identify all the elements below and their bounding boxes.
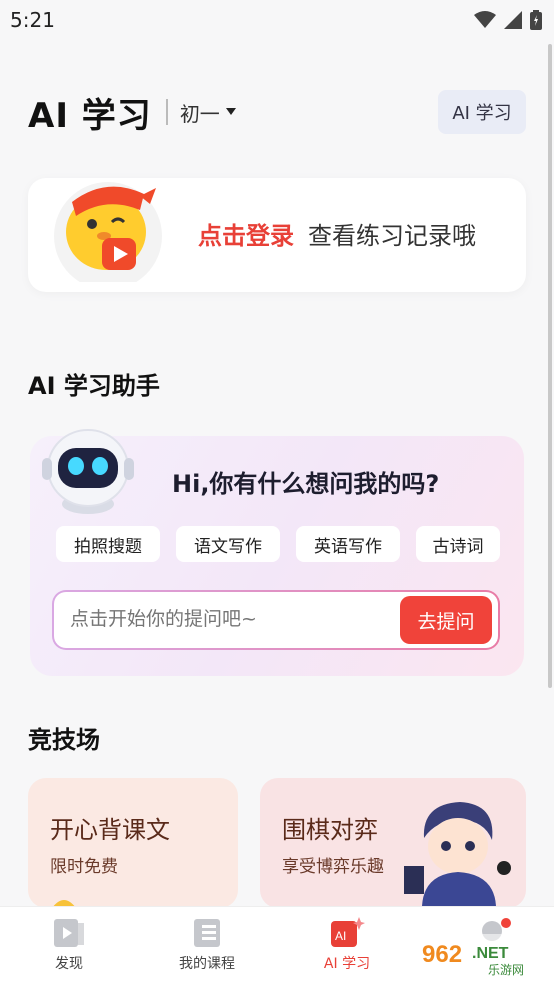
arena-card-title: 开心背课文 (50, 816, 170, 844)
ask-input[interactable] (70, 608, 370, 630)
courses-book-icon (194, 919, 220, 947)
tab-label: AI 学习 (323, 956, 371, 972)
site-watermark-logo: 962 .NET 乐游网 (416, 934, 548, 978)
ask-box: 去提问 (52, 590, 500, 650)
system-icons (474, 10, 542, 30)
grade-selector[interactable]: 初一 (180, 98, 236, 127)
tab-my-courses[interactable]: 我的课程 (152, 917, 262, 973)
svg-text:乐游网: 乐游网 (488, 963, 524, 977)
ask-button[interactable]: 去提问 (400, 596, 492, 644)
arena-card-subtitle: 限时免费 (50, 857, 118, 877)
tab-label: 发现 (55, 956, 83, 972)
caret-down-icon (225, 108, 236, 115)
wifi-icon (474, 11, 496, 28)
chick-mascot-icon (54, 182, 162, 282)
ai-assistant-card: Hi,你有什么想问我的吗? 拍照搜题 语文写作 英语写作 古诗词 去提问 (30, 429, 524, 676)
status-bar: 5:21 (0, 0, 554, 40)
page-header: AI 学习 初一 AI 学习 (28, 88, 526, 136)
header-divider (165, 99, 168, 125)
topic-chips: 拍照搜题 语文写作 英语写作 古诗词 (56, 526, 500, 562)
login-link[interactable]: 点击登录 (198, 222, 294, 250)
battery-icon (530, 10, 542, 30)
assistant-section-title: AI 学习助手 (28, 372, 160, 400)
signal-icon (504, 11, 522, 29)
page-scrollbar[interactable] (548, 44, 552, 688)
svg-text:.NET: .NET (472, 945, 509, 962)
login-hint: 查看练习记录哦 (308, 222, 476, 250)
chip-ancient-poetry[interactable]: 古诗词 (416, 526, 500, 562)
arena-card-recite[interactable]: 开心背课文 限时免费 (28, 778, 238, 908)
play-book-icon (54, 919, 84, 947)
ai-learn-pill-button[interactable]: AI 学习 (438, 90, 526, 134)
chip-chinese-writing[interactable]: 语文写作 (176, 526, 280, 562)
go-player-character-icon (404, 802, 511, 906)
tab-ai-learn[interactable]: AI AI 学习 (292, 917, 402, 973)
chip-english-writing[interactable]: 英语写作 (296, 526, 400, 562)
arena-card-title: 围棋对弈 (282, 816, 378, 844)
assistant-greeting: Hi,你有什么想问我的吗? (172, 470, 440, 498)
ask-box-inner: 去提问 (54, 592, 498, 648)
arena-section-title: 竞技场 (28, 726, 100, 754)
login-card[interactable]: 点击登录 查看练习记录哦 (28, 178, 526, 292)
arena-card-subtitle: 享受博弈乐趣 (282, 857, 384, 877)
tab-label: 我的课程 (179, 956, 235, 972)
robot-icon (42, 429, 134, 514)
ai-learn-icon: AI (331, 917, 365, 947)
grade-label: 初一 (179, 101, 220, 126)
chip-photo-search[interactable]: 拍照搜题 (56, 526, 160, 562)
arena-card-go[interactable]: 围棋对弈 享受博弈乐趣 (260, 778, 526, 908)
status-time: 5:21 (10, 8, 55, 32)
tab-discover[interactable]: 发现 (14, 917, 124, 973)
svg-text:AI: AI (335, 929, 346, 943)
svg-text:962: 962 (422, 941, 462, 968)
page-title: AI 学习 (28, 95, 152, 136)
login-prompt: 点击登录 查看练习记录哦 (198, 216, 476, 251)
